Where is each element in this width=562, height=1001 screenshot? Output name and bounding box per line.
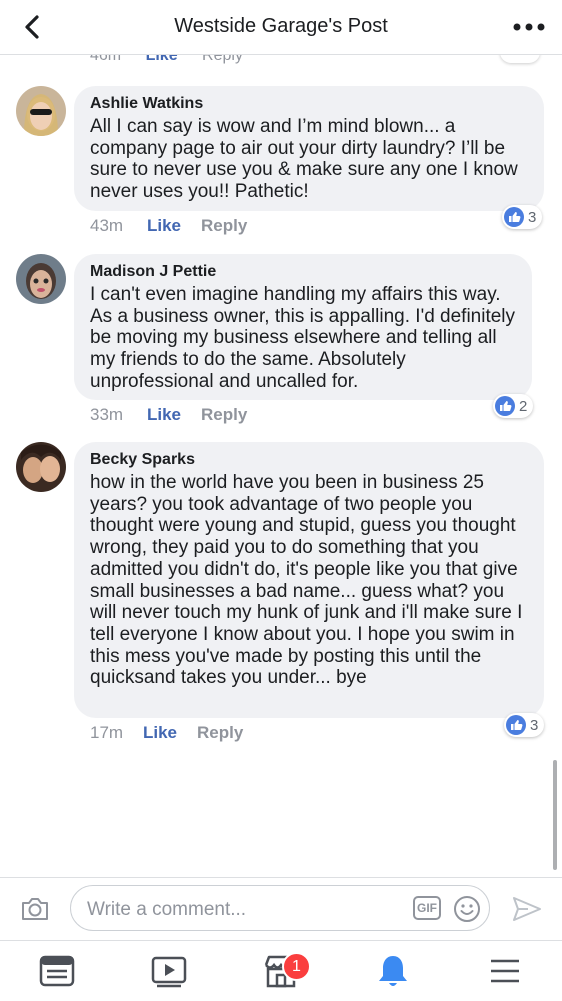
comment-input[interactable]: Write a comment... GIF	[70, 885, 490, 931]
comment-time: 33m	[90, 405, 124, 424]
video-play-icon	[151, 956, 187, 988]
tab-notifications[interactable]	[373, 951, 413, 991]
reaction-count-label: 3	[530, 716, 539, 734]
reaction-count[interactable]: 2	[493, 394, 534, 418]
comment-composer: Write a comment... GIF	[0, 877, 562, 940]
reaction-count[interactable]: 3	[502, 205, 543, 229]
comment-text: All I can say is wow and I’m mind blown.…	[90, 116, 518, 203]
notification-badge: 1	[282, 952, 311, 981]
more-options-icon[interactable]	[512, 16, 546, 38]
like-reaction-icon	[506, 715, 526, 735]
comment-text: I can't even imagine handling my affairs…	[90, 284, 516, 392]
bell-icon	[379, 956, 407, 986]
avatar[interactable]	[16, 254, 66, 304]
scrollbar[interactable]	[553, 760, 557, 870]
tab-watch[interactable]	[149, 951, 189, 991]
comment-time: 17m	[90, 723, 124, 742]
reply-link[interactable]: Reply	[201, 216, 247, 236]
comment-time: 43m	[90, 216, 124, 235]
reply-link[interactable]: Reply	[202, 55, 243, 64]
reaction-count[interactable]: 3	[504, 713, 545, 737]
avatar[interactable]	[16, 442, 66, 492]
like-reaction-icon	[504, 207, 524, 227]
comments-feed: 46m Like Reply Ashlie Watkins All I can …	[0, 55, 562, 877]
tab-news-feed[interactable]	[37, 951, 77, 991]
comment-author[interactable]: Madison J Pettie	[90, 263, 516, 281]
post-header: Westside Garage's Post	[0, 0, 562, 55]
send-icon[interactable]	[512, 895, 542, 923]
tab-menu[interactable]	[485, 951, 525, 991]
like-link[interactable]: Like	[146, 55, 178, 64]
reaction-count-label: 2	[519, 397, 528, 415]
bottom-tab-bar: 1	[0, 940, 562, 1001]
reply-link[interactable]: Reply	[201, 405, 247, 425]
reaction-count[interactable]	[500, 55, 540, 63]
like-link[interactable]: Like	[147, 216, 181, 236]
comment-bubble: Becky Sparks how in the world have you b…	[74, 442, 544, 718]
reaction-count-label: 3	[528, 208, 537, 226]
like-reaction-icon	[495, 396, 515, 416]
like-link[interactable]: Like	[147, 405, 181, 425]
hamburger-menu-icon	[491, 959, 519, 983]
comment-author[interactable]: Ashlie Watkins	[90, 95, 528, 113]
like-link[interactable]: Like	[143, 723, 177, 743]
comment-input-placeholder: Write a comment...	[87, 899, 247, 920]
news-feed-icon	[39, 955, 75, 987]
comment-time: 46m	[90, 55, 122, 64]
sticker-smiley-icon[interactable]	[453, 895, 481, 923]
gif-icon[interactable]: GIF	[413, 896, 441, 920]
avatar[interactable]	[16, 86, 66, 136]
camera-icon[interactable]	[20, 896, 50, 922]
comment-bubble: Ashlie Watkins All I can say is wow and …	[74, 86, 544, 211]
reply-link[interactable]: Reply	[197, 723, 243, 743]
comment-author[interactable]: Becky Sparks	[90, 451, 528, 469]
previous-comment-meta: 46m Like Reply	[90, 55, 263, 65]
comment-text: how in the world have you been in busine…	[90, 472, 523, 689]
page-title: Westside Garage's Post	[174, 15, 388, 37]
comment-bubble: Madison J Pettie I can't even imagine ha…	[74, 254, 532, 400]
